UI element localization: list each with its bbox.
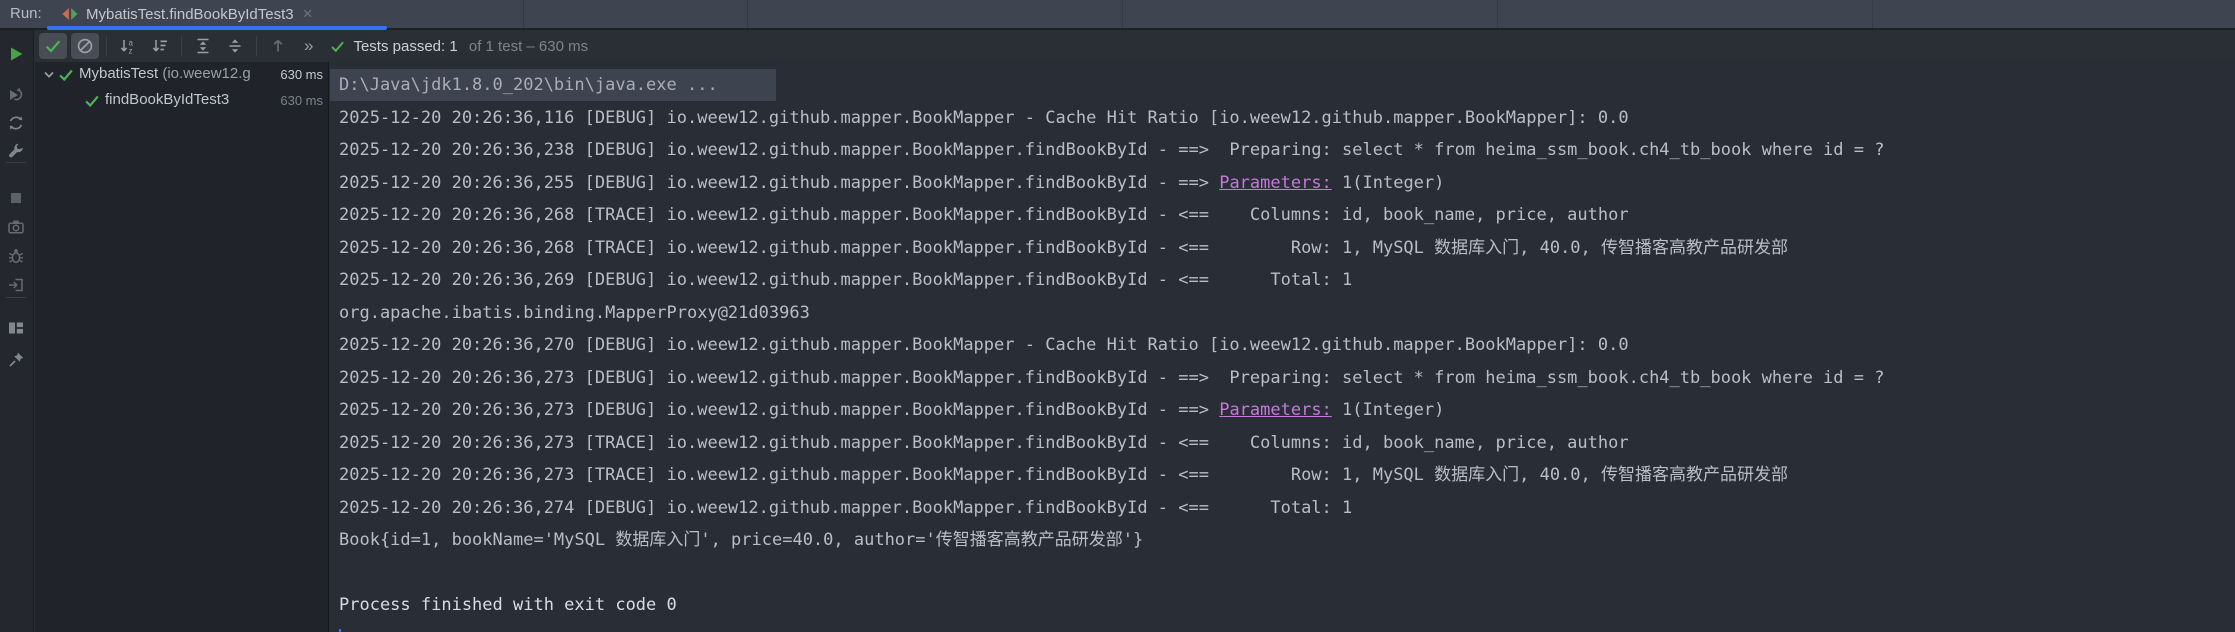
- console-line: 2025-12-20 20:26:36,273 [DEBUG] io.weew1…: [339, 362, 2235, 395]
- console-line: Book{id=1, bookName='MySQL 数据库入门', price…: [339, 524, 2235, 557]
- sort-alphabetically-icon[interactable]: az: [114, 33, 142, 59]
- stop-icon[interactable]: [6, 188, 26, 208]
- test-tree-panel[interactable]: MybatisTest (io.weew12.g 630 ms findBookBy…: [35, 62, 329, 632]
- console-text: 2025-12-20 20:26:36,274 [DEBUG] io.weew1…: [339, 497, 1353, 518]
- parameters-link[interactable]: Parameters:: [1219, 173, 1332, 193]
- console-text: Process finished with exit code 0: [339, 595, 677, 615]
- console-line: 2025-12-20 20:26:36,116 [DEBUG] io.weew1…: [339, 102, 2235, 135]
- test-duration: 630 ms: [280, 93, 323, 108]
- parameters-link[interactable]: Parameters:: [1219, 400, 1332, 420]
- pin-tab-icon[interactable]: [6, 350, 26, 370]
- chevron-down-icon[interactable]: [39, 65, 59, 85]
- toolbar-divider: [106, 36, 107, 56]
- tool-window-title: Run:: [10, 5, 42, 22]
- toggle-auto-test-icon[interactable]: [6, 113, 26, 133]
- close-icon[interactable]: ×: [301, 0, 315, 28]
- toolbar-divider: [6, 162, 26, 163]
- tab-strip-divider: [1872, 0, 1873, 28]
- tab-strip-divider: [523, 0, 524, 28]
- console-line: org.apache.ibatis.binding.MapperProxy@21…: [339, 297, 2235, 330]
- console-line: 2025-12-20 20:26:36,273 [TRACE] io.weew1…: [339, 427, 2235, 460]
- console-text: 2025-12-20 20:26:36,273 [DEBUG] io.weew1…: [339, 367, 1885, 388]
- selected-console-line: D:\Java\jdk1.8.0_202\bin\java.exe ...: [330, 69, 776, 101]
- console-text: 2025-12-20 20:26:36,268 [TRACE] io.weew1…: [339, 237, 1789, 258]
- expand-all-icon[interactable]: [189, 33, 217, 59]
- console-text: 1(Integer): [1331, 172, 1445, 193]
- more-actions-chevrons-icon[interactable]: »: [304, 36, 313, 56]
- previous-failed-test-icon[interactable]: [264, 33, 292, 59]
- console-line: 2025-12-20 20:26:36,255 [DEBUG] io.weew1…: [339, 167, 2235, 200]
- console-text: 2025-12-20 20:26:36,238 [DEBUG] io.weew1…: [339, 140, 1885, 160]
- rerun-icon[interactable]: [6, 44, 26, 64]
- attach-debugger-bug-icon[interactable]: [6, 246, 26, 266]
- sort-by-duration-icon[interactable]: [146, 33, 174, 59]
- svg-text:z: z: [129, 47, 133, 56]
- test-runner-toolbar: az » Tests passed: 1 of 1 test – 630 ms: [35, 30, 2235, 62]
- run-tab-mybatistest[interactable]: MybatisTest.findBookByIdTest3 ×: [47, 0, 360, 28]
- console-line: 2025-12-20 20:26:36,270 [DEBUG] io.weew1…: [339, 329, 2235, 362]
- test-passed-check-icon: [83, 92, 101, 110]
- console-line: 2025-12-20 20:26:36,274 [DEBUG] io.weew1…: [339, 492, 2235, 525]
- test-tree-row[interactable]: MybatisTest (io.weew12.g 630 ms: [35, 62, 328, 88]
- console-line: Process finished with exit code 0: [339, 589, 2235, 622]
- text-caret: [339, 628, 341, 632]
- junit-run-configuration-icon: [61, 5, 79, 23]
- console-line: 2025-12-20 20:26:36,268 [TRACE] io.weew1…: [339, 199, 2235, 232]
- test-settings-wrench-icon[interactable]: [6, 141, 26, 161]
- test-name-label: MybatisTest (io.weew12.g: [79, 65, 251, 82]
- console-text: 1(Integer): [1331, 400, 1445, 420]
- test-duration: 630 ms: [280, 67, 323, 82]
- run-console-output[interactable]: D:\Java\jdk1.8.0_202\bin\java.exe ... 202…: [330, 62, 2235, 632]
- restore-layout-icon[interactable]: [6, 318, 26, 338]
- run-tab-title: MybatisTest.findBookByIdTest3: [86, 5, 294, 23]
- toolbar-divider: [181, 36, 182, 56]
- summary-detail: of 1 test – 630 ms: [464, 37, 589, 55]
- tab-strip-divider: [1497, 0, 1498, 28]
- show-passed-icon[interactable]: [39, 33, 67, 59]
- console-line: 2025-12-20 20:26:36,273 [DEBUG] io.weew1…: [339, 394, 2235, 427]
- toolbar-divider: [256, 36, 257, 56]
- console-line: 2025-12-20 20:26:36,238 [DEBUG] io.weew1…: [339, 134, 2235, 167]
- test-tree-row[interactable]: findBookByIdTest3 630 ms: [35, 88, 328, 114]
- console-line: 2025-12-20 20:26:36,273 [TRACE] io.weew1…: [339, 459, 2235, 492]
- console-text: D:\Java\jdk1.8.0_202\bin\java.exe ...: [339, 75, 718, 95]
- console-line: 2025-12-20 20:26:36,268 [TRACE] io.weew1…: [339, 232, 2235, 265]
- console-text: org.apache.ibatis.binding.MapperProxy@21…: [339, 302, 810, 323]
- console-line: 2025-12-20 20:26:36,269 [DEBUG] io.weew1…: [339, 264, 2235, 297]
- tab-strip-divider: [1122, 0, 1123, 28]
- tests-passed-check-icon: [331, 41, 345, 52]
- summary-status: Tests passed: 1: [353, 37, 458, 55]
- rerun-failed-tests-icon[interactable]: [6, 85, 26, 105]
- collapse-all-icon[interactable]: [221, 33, 249, 59]
- test-name-label: findBookByIdTest3: [105, 91, 230, 108]
- test-passed-check-icon: [57, 66, 75, 84]
- run-window-left-toolbar: [0, 30, 34, 632]
- test-summary: Tests passed: 1 of 1 test – 630 ms: [329, 38, 588, 55]
- console-text: 2025-12-20 20:26:36,116 [DEBUG] io.weew1…: [339, 107, 1629, 128]
- import-tests-icon[interactable]: [6, 275, 26, 295]
- console-text: 2025-12-20 20:26:36,269 [DEBUG] io.weew1…: [339, 270, 1353, 290]
- console-text: 2025-12-20 20:26:36,273 [DEBUG] io.weew1…: [339, 400, 1220, 420]
- console-text: 2025-12-20 20:26:36,255 [DEBUG] io.weew1…: [339, 172, 1220, 193]
- console-line: [339, 622, 2235, 632]
- console-text: Book{id=1, bookName='MySQL 数据库入门', price…: [339, 530, 1144, 550]
- console-text: 2025-12-20 20:26:36,273 [TRACE] io.weew1…: [339, 465, 1789, 485]
- console-text: 2025-12-20 20:26:36,273 [TRACE] io.weew1…: [339, 432, 1629, 453]
- thread-dump-camera-icon[interactable]: [6, 217, 26, 237]
- console-text: 2025-12-20 20:26:36,270 [DEBUG] io.weew1…: [339, 335, 1629, 355]
- run-tool-window-tab-strip: Run: MybatisTest.findBookByIdTest3 ×: [0, 0, 2235, 30]
- console-text: 2025-12-20 20:26:36,268 [TRACE] io.weew1…: [339, 205, 1629, 225]
- show-ignored-icon[interactable]: [71, 33, 99, 59]
- toolbar-divider: [6, 297, 26, 298]
- console-line: D:\Java\jdk1.8.0_202\bin\java.exe ...: [330, 69, 2235, 102]
- tab-strip-divider: [747, 0, 748, 28]
